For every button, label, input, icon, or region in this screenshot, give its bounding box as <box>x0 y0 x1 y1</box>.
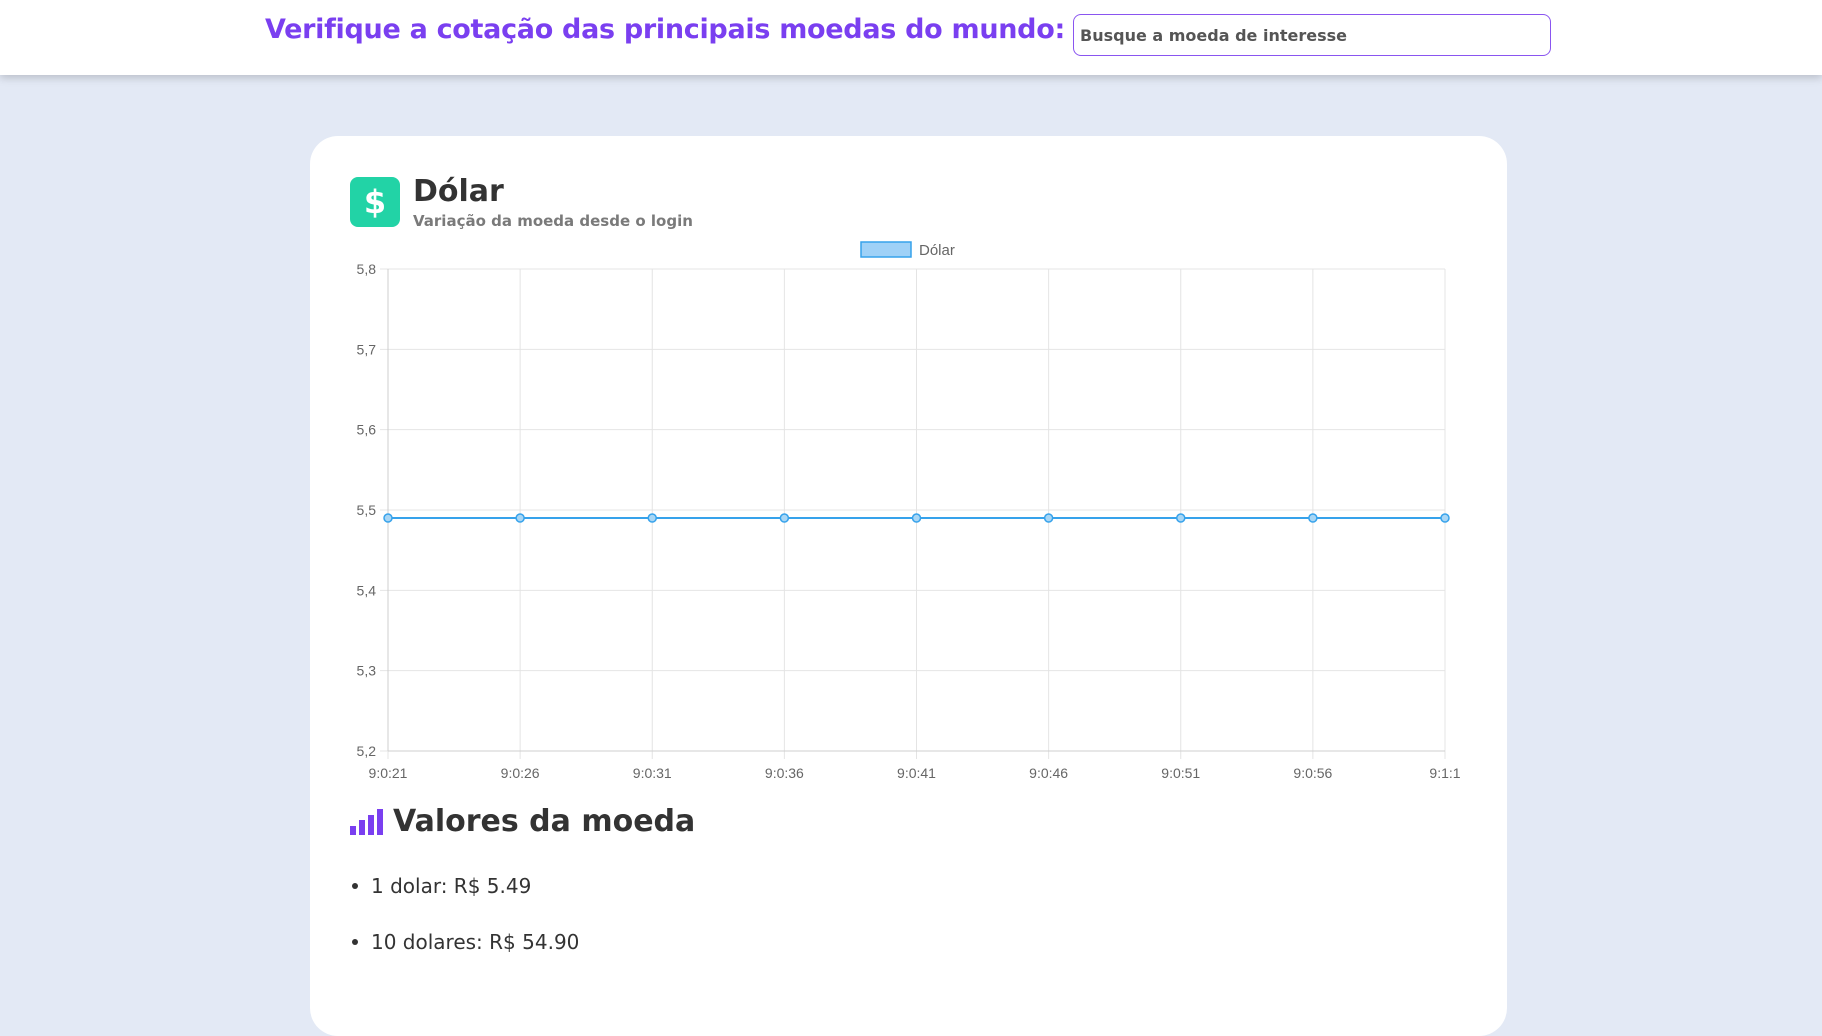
x-tick-label: 9:0:46 <box>1029 765 1068 781</box>
x-tick-label: 9:0:21 <box>369 765 408 781</box>
y-tick-label: 5,6 <box>357 422 377 438</box>
data-point <box>1176 513 1186 523</box>
currency-value-item: 1 dolar: R$ 5.49 <box>350 858 579 914</box>
y-tick-label: 5,7 <box>357 341 377 357</box>
y-tick-label: 5,5 <box>357 502 377 518</box>
data-point <box>1440 513 1450 523</box>
y-tick-label: 5,3 <box>357 663 377 679</box>
y-tick-label: 5,4 <box>357 582 377 598</box>
y-tick-label: 5,2 <box>357 743 377 759</box>
data-point <box>515 513 525 523</box>
values-section-title: Valores da moeda <box>350 804 695 839</box>
currency-search-input[interactable] <box>1073 14 1551 56</box>
rate-line-chart: 5,8 5,7 5,6 5,5 5,4 5,3 5,2 9:0:21 9:0:26 9:0:31 9… <box>357 241 1461 781</box>
data-point <box>383 513 393 523</box>
y-tick-label: 5,8 <box>357 261 377 277</box>
values-section-label: Valores da moeda <box>393 804 696 839</box>
currency-value-item: 10 dolares: R$ 54.90 <box>350 914 579 970</box>
x-tick-label: 9:1:1 <box>1429 765 1460 781</box>
legend-swatch <box>860 241 912 258</box>
x-tick-label: 9:0:36 <box>765 765 804 781</box>
data-point <box>779 513 790 523</box>
data-point <box>1043 513 1054 523</box>
currency-card: $ Dólar Variação da moeda desde o login … <box>310 136 1507 1036</box>
page-headline: Verifique a cotação das principais moeda… <box>265 14 1065 45</box>
data-point <box>647 513 657 523</box>
legend-label: Dólar <box>919 242 955 259</box>
data-point <box>911 513 922 523</box>
bar-chart-icon <box>350 808 383 835</box>
x-tick-label: 9:0:41 <box>897 765 936 781</box>
x-tick-label: 9:0:56 <box>1293 765 1332 781</box>
top-bar: Verifique a cotação das principais moeda… <box>0 0 1822 75</box>
currency-values-list: 1 dolar: R$ 5.49 10 dolares: R$ 54.90 <box>350 858 579 970</box>
x-tick-label: 9:0:51 <box>1161 765 1200 781</box>
x-tick-label: 9:0:31 <box>633 765 672 781</box>
x-tick-label: 9:0:26 <box>501 765 540 781</box>
data-point <box>1308 513 1318 523</box>
